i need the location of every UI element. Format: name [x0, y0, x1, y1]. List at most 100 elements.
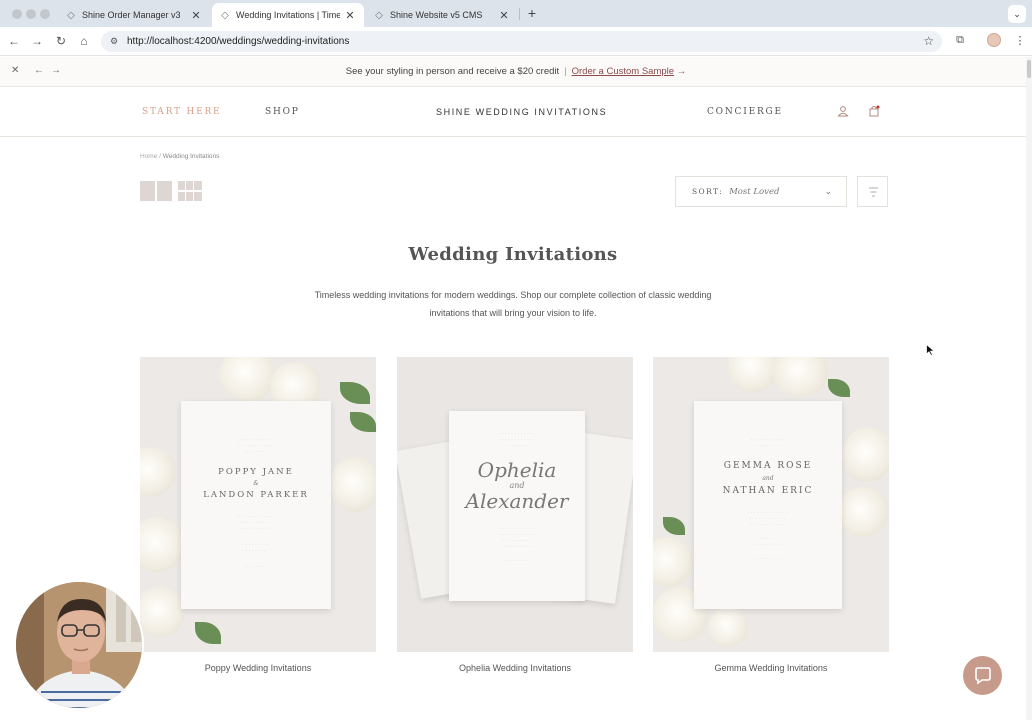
- card-name: POPPY JANE: [218, 467, 294, 477]
- close-icon[interactable]: ✕: [344, 9, 356, 22]
- product-image[interactable]: · · · · · · · · · · · · · · · · · · · · G…: [653, 357, 889, 652]
- grid-cell: [186, 192, 193, 201]
- new-tab-button[interactable]: +: [524, 5, 540, 21]
- leaf: [350, 412, 376, 432]
- flower: [843, 427, 889, 482]
- grid-cell: [194, 192, 202, 201]
- flower: [140, 447, 175, 497]
- flower: [653, 537, 693, 587]
- forward-button[interactable]: →: [30, 34, 44, 48]
- leaf: [828, 379, 850, 397]
- tab-wedding-invitations[interactable]: ◇ Wedding Invitations | Timeless ✕: [212, 3, 364, 27]
- close-window-button[interactable]: [12, 9, 22, 19]
- account-icon[interactable]: [837, 105, 849, 117]
- grid-cell: [194, 181, 202, 190]
- chat-button[interactable]: [963, 656, 1002, 695]
- chevron-down-icon: ⌄: [824, 186, 832, 196]
- flower: [140, 587, 185, 637]
- url-text[interactable]: http://localhost:4200/weddings/wedding-i…: [127, 36, 349, 47]
- browser-window: ◇ Shine Order Manager v3 ✕ ◇ Wedding Inv…: [0, 0, 1032, 720]
- address-bar[interactable]: ⚙ http://localhost:4200/weddings/wedding…: [101, 31, 942, 52]
- card-name: Alexander: [465, 489, 569, 513]
- grid-cell: [186, 181, 193, 190]
- tab-website-cms[interactable]: ◇ Shine Website v5 CMS ✕: [366, 3, 518, 27]
- grid-cell: [140, 181, 155, 201]
- page-title: Wedding Invitations: [408, 244, 618, 265]
- tab-label: Shine Order Manager v3: [82, 10, 181, 20]
- promo-text: See your styling in person and receive a…: [345, 66, 560, 77]
- menu-icon[interactable]: ⋮: [1013, 34, 1027, 47]
- order-sample-link[interactable]: Order a Custom Sample: [572, 66, 674, 77]
- nav-concierge[interactable]: CONCIERGE: [707, 107, 783, 117]
- card-fine-print: · · · · · · · · · · · · · · · · · · · · ·…: [498, 432, 536, 448]
- sort-dropdown[interactable]: SORT: Most Loved ⌄: [675, 176, 847, 207]
- card-fine-print: · · · · · · · ·: [504, 559, 530, 563]
- product-card-poppy[interactable]: · · · · · · · · · · · · · · · · · · · · ·…: [140, 357, 376, 673]
- product-card-ophelia[interactable]: · · · · · · · · · · · · · · · · · · · · ·…: [397, 357, 633, 673]
- card-fine-print: · · · · · · · · · · · · · · · · · · · ·: [751, 438, 785, 448]
- site-info-icon[interactable]: ⚙: [107, 36, 121, 47]
- chat-icon: [974, 666, 991, 685]
- page-scrollbar[interactable]: [1026, 57, 1032, 720]
- filter-button[interactable]: [857, 176, 888, 207]
- diamond-icon: ◇: [221, 9, 229, 21]
- card-fine-print: · · · · · · · · · · · · · · · ·: [754, 537, 782, 547]
- webcam-overlay: [14, 580, 144, 710]
- card-connector: &: [253, 480, 259, 487]
- product-card-gemma[interactable]: · · · · · · · · · · · · · · · · · · · · G…: [653, 357, 889, 673]
- profile-avatar[interactable]: [987, 33, 1001, 47]
- close-icon[interactable]: ✕: [190, 9, 202, 22]
- product-name[interactable]: Poppy Wedding Invitations: [140, 663, 376, 673]
- brand-logo[interactable]: SHINE WEDDING INVITATIONS: [436, 107, 607, 117]
- flower: [728, 357, 778, 392]
- grid-cell: [178, 192, 185, 201]
- card-fine-print: · · · · · · · · ·: [754, 557, 782, 561]
- leaf: [663, 517, 685, 535]
- flower: [330, 457, 376, 512]
- diamond-icon: ◇: [375, 9, 383, 21]
- flower: [773, 357, 828, 397]
- browser-toolbar: ← → ↻ ⌂ ⚙ http://localhost:4200/weddings…: [0, 27, 1032, 56]
- minimize-window-button[interactable]: [26, 9, 36, 19]
- leaf: [340, 382, 370, 404]
- breadcrumb-separator: /: [159, 153, 161, 160]
- extensions-icon[interactable]: ⧉: [953, 34, 967, 47]
- bookmark-star-icon[interactable]: ☆: [923, 34, 934, 48]
- flower: [838, 487, 888, 537]
- breadcrumb-current: Wedding Invitations: [162, 153, 220, 160]
- card-connector: and: [762, 475, 774, 482]
- mouse-cursor-icon: [926, 344, 935, 356]
- promo-separator: |: [564, 66, 567, 77]
- tab-label: Wedding Invitations | Timeless: [236, 10, 340, 20]
- product-name[interactable]: Gemma Wedding Invitations: [653, 663, 889, 673]
- promo-bar: ✕ ← → See your styling in person and rec…: [0, 57, 1026, 87]
- product-image[interactable]: · · · · · · · · · · · · · · · · · · · · ·…: [397, 357, 633, 652]
- grid-cell: [157, 181, 172, 201]
- cart-icon[interactable]: [868, 105, 880, 117]
- tab-label: Shine Website v5 CMS: [390, 10, 483, 20]
- card-name: NATHAN ERIC: [722, 486, 814, 496]
- invitation-card: · · · · · · · · · · · · · · · · · · · · G…: [694, 401, 842, 609]
- arrow-right-icon[interactable]: →: [677, 66, 687, 77]
- leaf: [195, 622, 221, 644]
- tab-search-button[interactable]: ⌄: [1008, 5, 1026, 23]
- zoom-window-button[interactable]: [40, 9, 50, 19]
- home-button[interactable]: ⌂: [77, 34, 91, 48]
- invitation-card: · · · · · · · · · · · · · · · · · · · · ·…: [449, 411, 585, 601]
- card-fine-print: · · · · · · · ·: [243, 565, 269, 569]
- card-fine-print: · · · · · · · · · · · · · · · · · · · · ·…: [235, 515, 277, 531]
- product-image[interactable]: · · · · · · · · · · · · · · · · · · · · ·…: [140, 357, 376, 652]
- tab-order-manager[interactable]: ◇ Shine Order Manager v3 ✕: [58, 3, 210, 27]
- product-name[interactable]: Ophelia Wedding Invitations: [397, 663, 633, 673]
- nav-start-here[interactable]: START HERE: [142, 107, 221, 117]
- close-icon[interactable]: ✕: [498, 9, 510, 22]
- scrollbar-thumb[interactable]: [1027, 60, 1031, 78]
- breadcrumb-home[interactable]: Home: [140, 153, 157, 160]
- card-name: LANDON PARKER: [203, 490, 309, 500]
- back-button[interactable]: ←: [7, 34, 21, 48]
- card-fine-print: · · · · · · · · · · · · · · · · · · · · ·…: [237, 438, 275, 454]
- nav-shop[interactable]: SHOP: [265, 107, 300, 117]
- diamond-icon: ◇: [67, 9, 75, 21]
- reload-button[interactable]: ↻: [54, 34, 68, 48]
- promo-message: See your styling in person and receive a…: [0, 66, 1032, 77]
